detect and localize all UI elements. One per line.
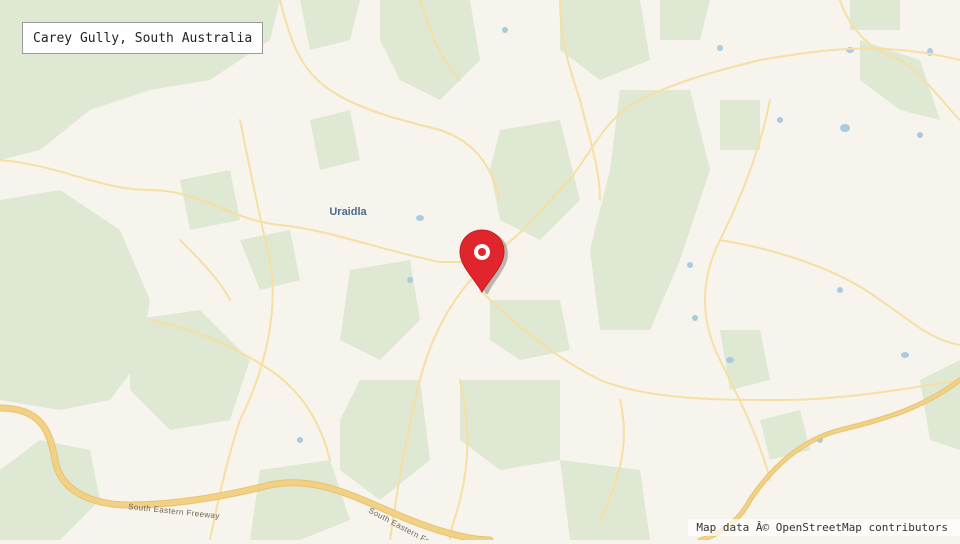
map-attribution: Map data Â© OpenStreetMap contributors bbox=[688, 519, 960, 536]
map-title: Carey Gully, South Australia bbox=[22, 22, 263, 54]
map-layer: Uraidla South Eastern Freeway South East… bbox=[0, 0, 960, 540]
map-canvas[interactable]: Uraidla South Eastern Freeway South East… bbox=[0, 0, 960, 540]
place-label-uraidla: Uraidla bbox=[329, 206, 367, 218]
marker-dot-icon bbox=[478, 248, 486, 256]
